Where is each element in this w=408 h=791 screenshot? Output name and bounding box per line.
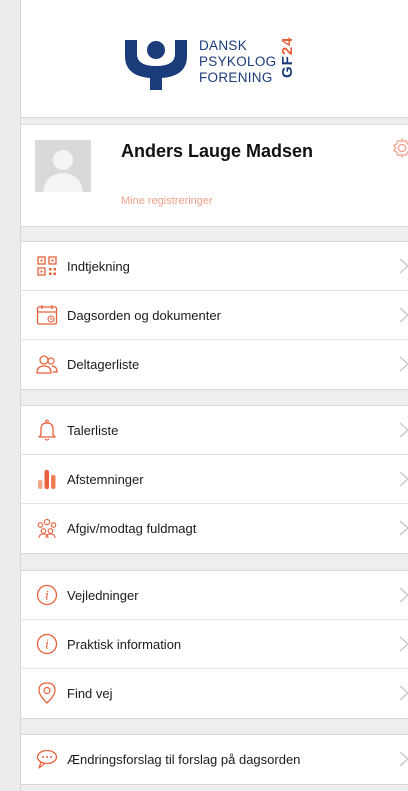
logo-line-1: DANSK (199, 38, 248, 53)
svg-text:i: i (45, 589, 49, 603)
people-icon (36, 355, 58, 374)
profile-name: Anders Lauge Madsen (121, 141, 314, 161)
menu-item-label: Talerliste (67, 423, 119, 438)
menu-item-dagsorden[interactable]: Dagsorden og dokumenter (21, 291, 408, 340)
menu-item-deltagerliste[interactable]: Deltagerliste (21, 340, 408, 389)
menu-item-label: Praktisk information (67, 637, 182, 652)
menu-item-fuldmagt[interactable]: Afgiv/modtag fuldmagt (21, 504, 408, 553)
gf-label: GF (279, 55, 296, 78)
menu-item-label: Indtjekning (67, 259, 130, 274)
profile-card[interactable]: Anders Lauge Madsen Mine registreringer (21, 124, 408, 227)
menu-item-label: Afgiv/modtag fuldmagt (67, 521, 197, 536)
chevron-right-icon (399, 751, 408, 767)
svg-text:i: i (45, 638, 49, 652)
chevron-right-icon (399, 520, 408, 536)
menu-item-vejledninger[interactable]: i Vejledninger (21, 571, 408, 620)
chevron-right-icon (399, 307, 408, 323)
chevron-right-icon (399, 422, 408, 438)
my-registrations-link[interactable]: Mine registreringer (121, 195, 213, 207)
menu-item-label: Deltagerliste (67, 357, 140, 372)
psi-logo-icon (125, 40, 187, 90)
gear-icon[interactable] (391, 137, 408, 159)
menu-item-find-vej[interactable]: Find vej (21, 669, 408, 718)
menu-group-1: Indtjekning Dagsorden og dokumenter Delt… (21, 241, 408, 390)
chevron-right-icon (399, 587, 408, 603)
chevron-right-icon (399, 258, 408, 274)
menu-group-2: Talerliste Afstemninger Afgiv/modtag ful… (21, 405, 408, 554)
menu-item-label: Ændringsforslag til forslag på dagsorden (67, 752, 301, 767)
menu-item-afstemninger[interactable]: Afstemninger (21, 455, 408, 504)
calendar-icon (36, 305, 58, 325)
logo-line-3: FORENING (199, 70, 273, 85)
qr-code-icon (37, 256, 57, 276)
menu-item-praktisk-information[interactable]: i Praktisk information (21, 620, 408, 669)
logo-wordmark: DANSK PSYKOLOG FORENING (199, 38, 276, 86)
dpf-logo: DANSK PSYKOLOG FORENING GF24 (121, 30, 321, 100)
chevron-right-icon (399, 685, 408, 701)
info-icon: i (36, 584, 58, 606)
group-icon (37, 518, 57, 539)
menu-group-4: Ændringsforslag til forslag på dagsorden (21, 734, 408, 785)
menu-group-3: i Vejledninger i Praktisk information Fi… (21, 570, 408, 719)
menu-item-aendringsforslag[interactable]: Ændringsforslag til forslag på dagsorden (21, 735, 408, 784)
avatar (35, 140, 91, 192)
menu-item-label: Find vej (67, 686, 113, 701)
location-pin-icon (38, 682, 56, 704)
gf24-badge: GF24 (279, 36, 305, 92)
bell-icon (38, 419, 56, 441)
app-header: DANSK PSYKOLOG FORENING GF24 (21, 0, 408, 118)
chevron-right-icon (399, 356, 408, 372)
chevron-right-icon (399, 636, 408, 652)
gf-number: 24 (279, 36, 296, 56)
speech-bubble-icon (36, 749, 58, 769)
chevron-right-icon (399, 471, 408, 487)
app-screen: DANSK PSYKOLOG FORENING GF24 Anders Laug… (20, 0, 408, 791)
info-icon: i (36, 633, 58, 655)
logo-line-2: PSYKOLOG (199, 54, 277, 69)
menu-item-talerliste[interactable]: Talerliste (21, 406, 408, 455)
user-silhouette-icon (35, 140, 91, 192)
menu-item-label: Dagsorden og dokumenter (67, 308, 221, 323)
bar-chart-icon (38, 470, 56, 489)
menu-item-label: Afstemninger (67, 472, 144, 487)
menu-item-indtjekning[interactable]: Indtjekning (21, 242, 408, 291)
menu-item-label: Vejledninger (67, 588, 139, 603)
